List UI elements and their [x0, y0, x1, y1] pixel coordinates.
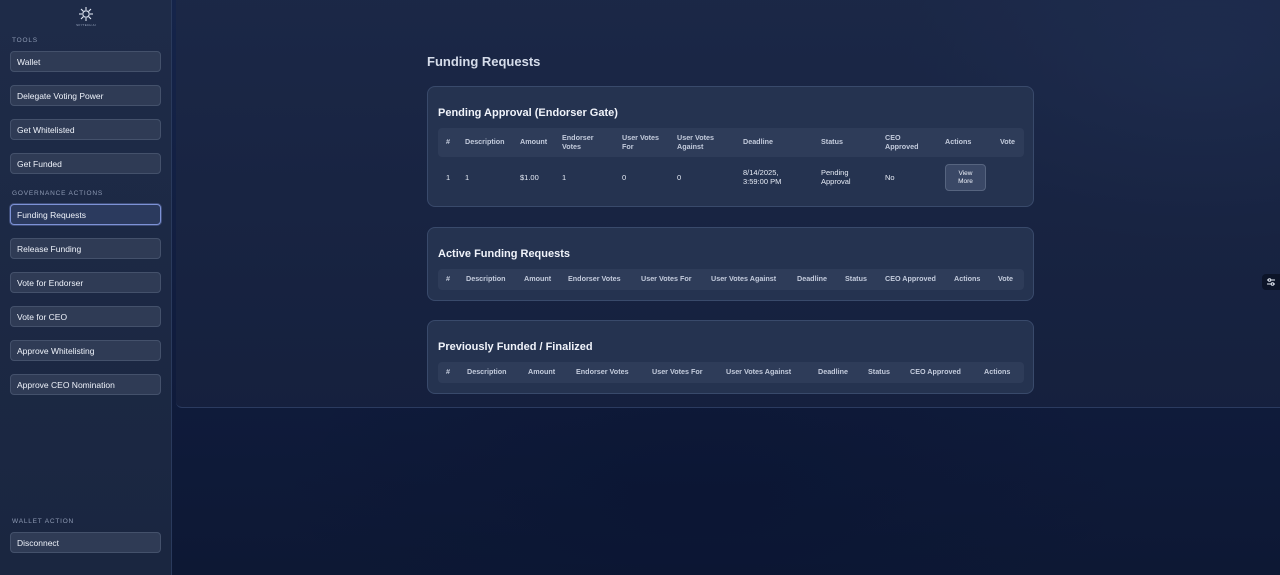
approve-ceo-nomination-button[interactable]: Approve CEO Nomination: [10, 374, 161, 395]
active-funding-requests-title: Active Funding Requests: [438, 248, 571, 260]
funding-requests-button[interactable]: Funding Requests: [10, 204, 161, 225]
col-header-actions: Actions: [945, 137, 972, 146]
row-number: 1: [446, 173, 451, 182]
col-header-user-votes-for: User Votes For: [641, 274, 692, 283]
col-header-number: #: [446, 274, 450, 283]
col-header-ceo-approved: CEO Approved: [885, 133, 919, 151]
pending-approval-title: Pending Approval (Endorser Gate): [438, 107, 618, 119]
pending-table-header: # Description Amount Endorser Votes User…: [438, 128, 1024, 157]
sparkle-logo-icon: [79, 7, 93, 21]
active-funding-requests-card: Active Funding Requests # Description Am…: [427, 227, 1034, 301]
col-header-actions: Actions: [984, 367, 1011, 376]
col-header-amount: Amount: [528, 367, 556, 376]
col-header-deadline: Deadline: [818, 367, 848, 376]
wallet-action-section-label: WALLET ACTION: [12, 518, 75, 525]
wallet-button[interactable]: Wallet: [10, 51, 161, 72]
tools-section-label: TOOLS: [12, 37, 38, 44]
filter-toggle-button[interactable]: [1262, 274, 1280, 290]
col-header-status: Status: [845, 274, 867, 283]
release-funding-button[interactable]: Release Funding: [10, 238, 161, 259]
row-endorser-votes: 1: [562, 173, 567, 182]
col-header-description: Description: [465, 137, 505, 146]
view-more-button[interactable]: View More: [945, 164, 986, 191]
view-more-label-line2: More: [958, 177, 973, 185]
delegate-voting-power-button[interactable]: Delegate Voting Power: [10, 85, 161, 106]
get-funded-button[interactable]: Get Funded: [10, 153, 161, 174]
col-header-user-votes-for: User Votes For: [622, 133, 660, 151]
get-whitelisted-button[interactable]: Get Whitelisted: [10, 119, 161, 140]
col-header-description: Description: [466, 274, 506, 283]
pending-approval-card: Pending Approval (Endorser Gate) # Descr…: [427, 86, 1034, 207]
brand-logo[interactable]: SKYTECH.AI: [75, 6, 97, 28]
col-header-deadline: Deadline: [797, 274, 827, 283]
col-header-number: #: [446, 137, 450, 146]
col-header-number: #: [446, 367, 450, 376]
row-status-line2: Approval: [821, 177, 851, 186]
view-more-label-line1: View: [958, 170, 973, 177]
col-header-deadline: Deadline: [743, 137, 773, 146]
finalized-table-header: # Description Amount Endorser Votes User…: [438, 362, 1024, 383]
row-amount: $1.00: [520, 173, 539, 182]
vote-for-ceo-button[interactable]: Vote for CEO: [10, 306, 161, 327]
col-header-user-votes-for: User Votes For: [652, 367, 703, 376]
col-header-endorser-votes: Endorser Votes: [576, 367, 629, 376]
row-description: 1: [465, 173, 470, 182]
col-header-user-votes-against: User Votes Against: [726, 367, 792, 376]
col-header-amount: Amount: [520, 137, 548, 146]
governance-section-label: GOVERNANCE ACTIONS: [12, 190, 103, 197]
col-header-vote: Vote: [1000, 137, 1016, 146]
col-header-endorser-votes: Endorser Votes: [562, 133, 594, 151]
finalized-requests-card: Previously Funded / Finalized # Descript…: [427, 320, 1034, 394]
approve-whitelisting-button[interactable]: Approve Whitelisting: [10, 340, 161, 361]
disconnect-button[interactable]: Disconnect: [10, 532, 161, 553]
active-table-header: # Description Amount Endorser Votes User…: [438, 269, 1024, 290]
row-ceo-approved: No: [885, 173, 895, 182]
sidebar: SKYTECH.AI TOOLS Wallet Delegate Voting …: [0, 0, 172, 575]
row-user-votes-for: 0: [622, 173, 627, 182]
page-title: Funding Requests: [427, 54, 541, 69]
col-header-ceo-approved: CEO Approved: [910, 367, 961, 376]
vote-for-endorser-button[interactable]: Vote for Endorser: [10, 272, 161, 293]
col-header-user-votes-against: User Votes Against: [711, 274, 777, 283]
col-header-status: Status: [821, 137, 843, 146]
col-header-description: Description: [467, 367, 507, 376]
col-header-ceo-approved: CEO Approved: [885, 274, 936, 283]
row-user-votes-against: 0: [677, 173, 682, 182]
col-header-endorser-votes: Endorser Votes: [568, 274, 621, 283]
col-header-actions: Actions: [954, 274, 981, 283]
filter-sliders-icon: [1267, 278, 1275, 286]
logo-text: SKYTECH.AI: [76, 23, 96, 27]
row-status-line1: Pending: [821, 168, 849, 177]
col-header-user-votes-against: User Votes Against: [677, 133, 715, 151]
row-deadline-date: 8/14/2025,: [743, 168, 779, 177]
col-header-vote: Vote: [998, 274, 1014, 283]
finalized-requests-title: Previously Funded / Finalized: [438, 341, 593, 353]
col-header-status: Status: [868, 367, 890, 376]
row-deadline-time: 3:59:00 PM: [743, 177, 782, 186]
col-header-amount: Amount: [524, 274, 552, 283]
